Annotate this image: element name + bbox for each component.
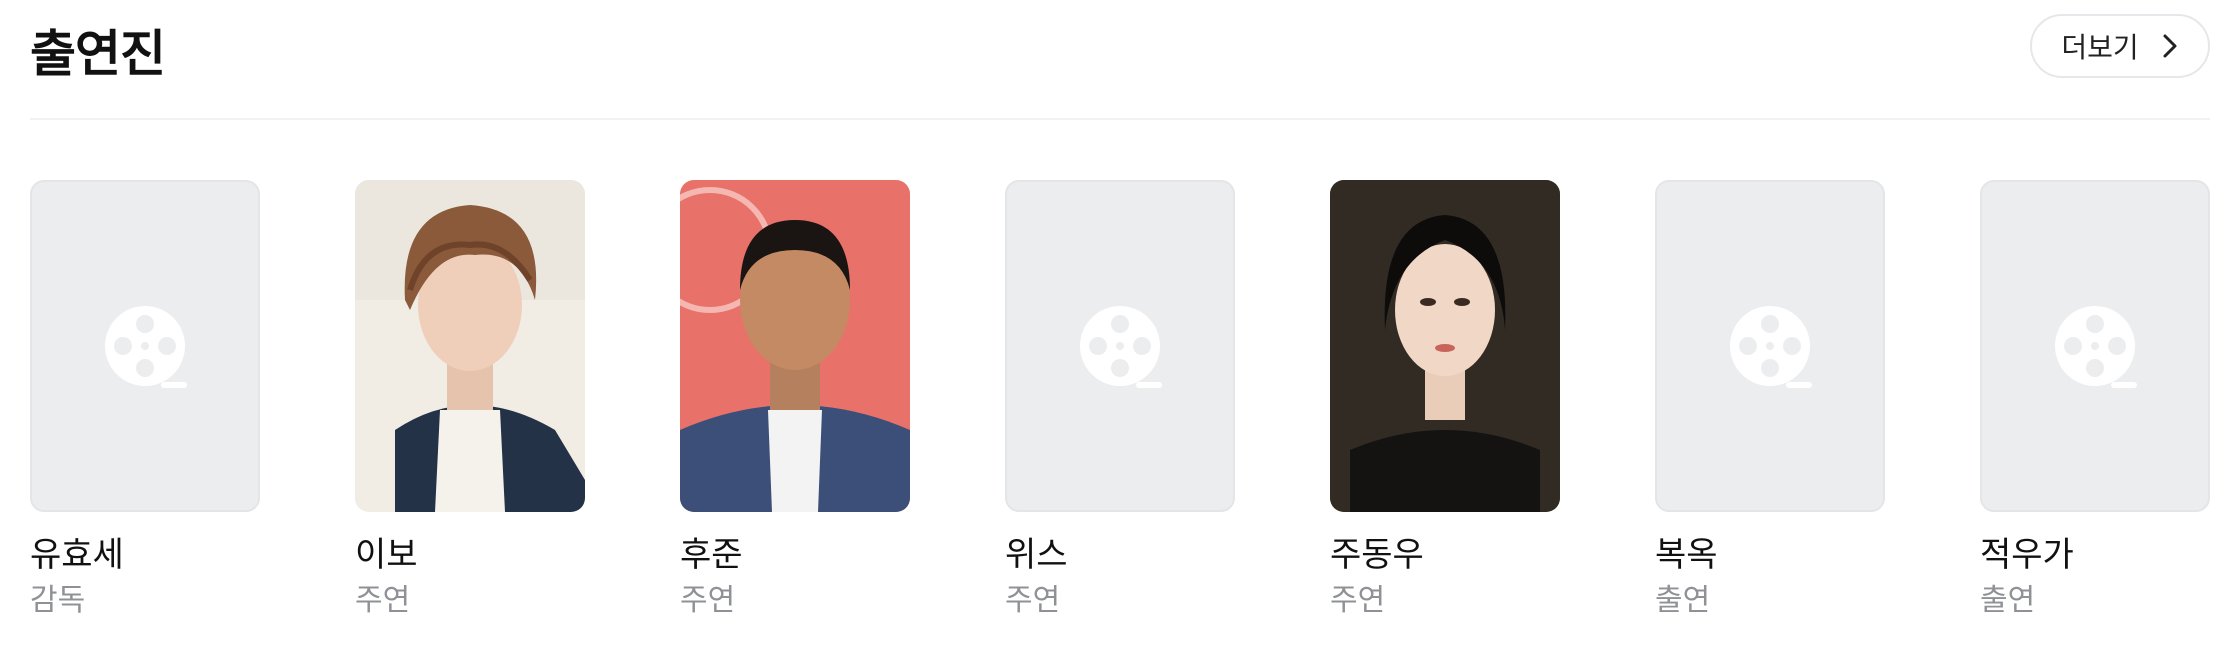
cast-name: 이보 — [355, 535, 418, 575]
cast-item[interactable]: 적우가 출연 — [1980, 180, 2210, 640]
cast-list: 유효세 감독 이보 주연 후준 주연 위스 주연 주동우 주연 복옥 출연 적우… — [30, 180, 2210, 640]
cast-item[interactable]: 후준 주연 — [680, 180, 910, 640]
cast-photo-placeholder[interactable] — [1655, 180, 1885, 512]
film-reel-placeholder-icon — [1080, 306, 1162, 388]
cast-role: 주연 — [1005, 583, 1061, 618]
cast-item[interactable]: 이보 주연 — [355, 180, 585, 640]
portrait-photo — [355, 180, 585, 512]
cast-name: 유효세 — [30, 535, 124, 575]
section-title: 출연진 — [30, 25, 166, 83]
cast-role: 주연 — [680, 583, 736, 618]
cast-role: 출연 — [1655, 583, 1711, 618]
film-reel-placeholder-icon — [2055, 306, 2137, 388]
cast-name: 적우가 — [1980, 535, 2074, 575]
cast-photo[interactable] — [355, 180, 585, 512]
chevron-right-icon — [2163, 34, 2177, 58]
cast-photo-placeholder[interactable] — [1980, 180, 2210, 512]
cast-photo[interactable] — [680, 180, 910, 512]
cast-role: 주연 — [1330, 583, 1386, 618]
cast-name: 후준 — [680, 535, 743, 575]
more-button-label: 더보기 — [2061, 31, 2139, 64]
portrait-photo — [1330, 180, 1560, 512]
portrait-photo — [680, 180, 910, 512]
more-button[interactable]: 더보기 — [2030, 14, 2210, 78]
cast-item[interactable]: 복옥 출연 — [1655, 180, 1885, 640]
cast-name: 주동우 — [1330, 535, 1424, 575]
cast-role: 주연 — [355, 583, 411, 618]
cast-photo-placeholder[interactable] — [30, 180, 260, 512]
cast-item[interactable]: 위스 주연 — [1005, 180, 1235, 640]
film-reel-placeholder-icon — [1730, 306, 1812, 388]
cast-item[interactable]: 주동우 주연 — [1330, 180, 1560, 640]
cast-photo-placeholder[interactable] — [1005, 180, 1235, 512]
film-reel-placeholder-icon — [105, 306, 187, 388]
cast-role: 감독 — [30, 583, 86, 618]
cast-name: 위스 — [1005, 535, 1068, 575]
cast-role: 출연 — [1980, 583, 2036, 618]
section-header: 출연진 더보기 — [30, 0, 2210, 120]
cast-photo[interactable] — [1330, 180, 1560, 512]
cast-name: 복옥 — [1655, 535, 1718, 575]
cast-item[interactable]: 유효세 감독 — [30, 180, 260, 640]
